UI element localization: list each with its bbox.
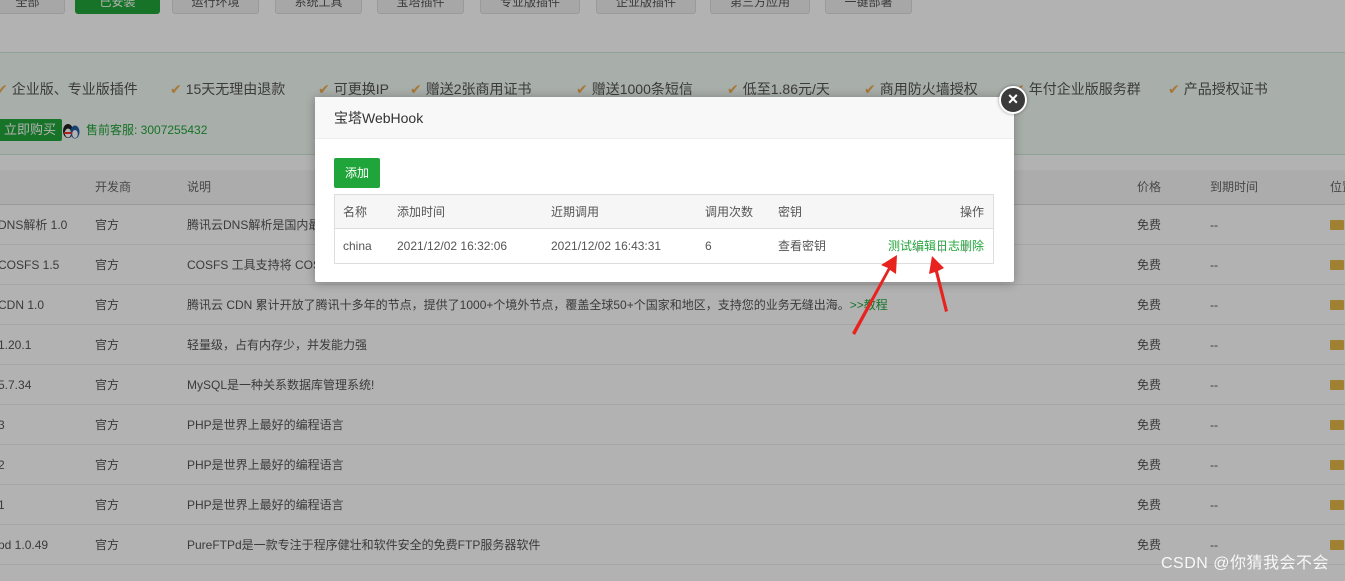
view-secret-link[interactable]: 查看密钥 <box>778 229 826 263</box>
watermark: CSDN @你猜我会不会 <box>1160 555 1329 572</box>
header-call-count: 调用次数 <box>705 205 754 219</box>
dialog-title: 宝塔WebHook <box>315 97 1014 139</box>
header-added-time: 添加时间 <box>397 205 446 219</box>
header-recent-call: 近期调用 <box>551 205 600 219</box>
close-button[interactable]: × <box>999 86 1027 114</box>
webhook-actions: 测试 | 编辑 | 日志 | 删除 <box>888 229 984 263</box>
webhook-dialog: 宝塔WebHook × 添加 名称 添加时间 近期调用 调用次数 密钥 操作 c… <box>315 86 1027 282</box>
webhook-added-time: 2021/12/02 16:32:06 <box>397 239 508 253</box>
add-webhook-button[interactable]: 添加 <box>334 158 380 188</box>
webhook-row: china 2021/12/02 16:32:06 2021/12/02 16:… <box>335 229 993 263</box>
header-secret: 密钥 <box>778 205 803 219</box>
test-link[interactable]: 测试 <box>888 239 912 253</box>
webhook-call-count: 6 <box>705 239 712 253</box>
webhook-recent-call: 2021/12/02 16:43:31 <box>551 239 662 253</box>
webhook-name: china <box>343 239 372 253</box>
separator: | <box>915 239 920 253</box>
webhook-header-row: 名称 添加时间 近期调用 调用次数 密钥 操作 <box>335 195 993 229</box>
webhook-table: 名称 添加时间 近期调用 调用次数 密钥 操作 china 2021/12/02… <box>334 194 994 264</box>
separator: | <box>939 239 944 253</box>
modal-backdrop[interactable] <box>0 0 1345 581</box>
header-name: 名称 <box>343 205 368 219</box>
separator: | <box>963 239 968 253</box>
header-operations: 操作 <box>959 205 984 219</box>
